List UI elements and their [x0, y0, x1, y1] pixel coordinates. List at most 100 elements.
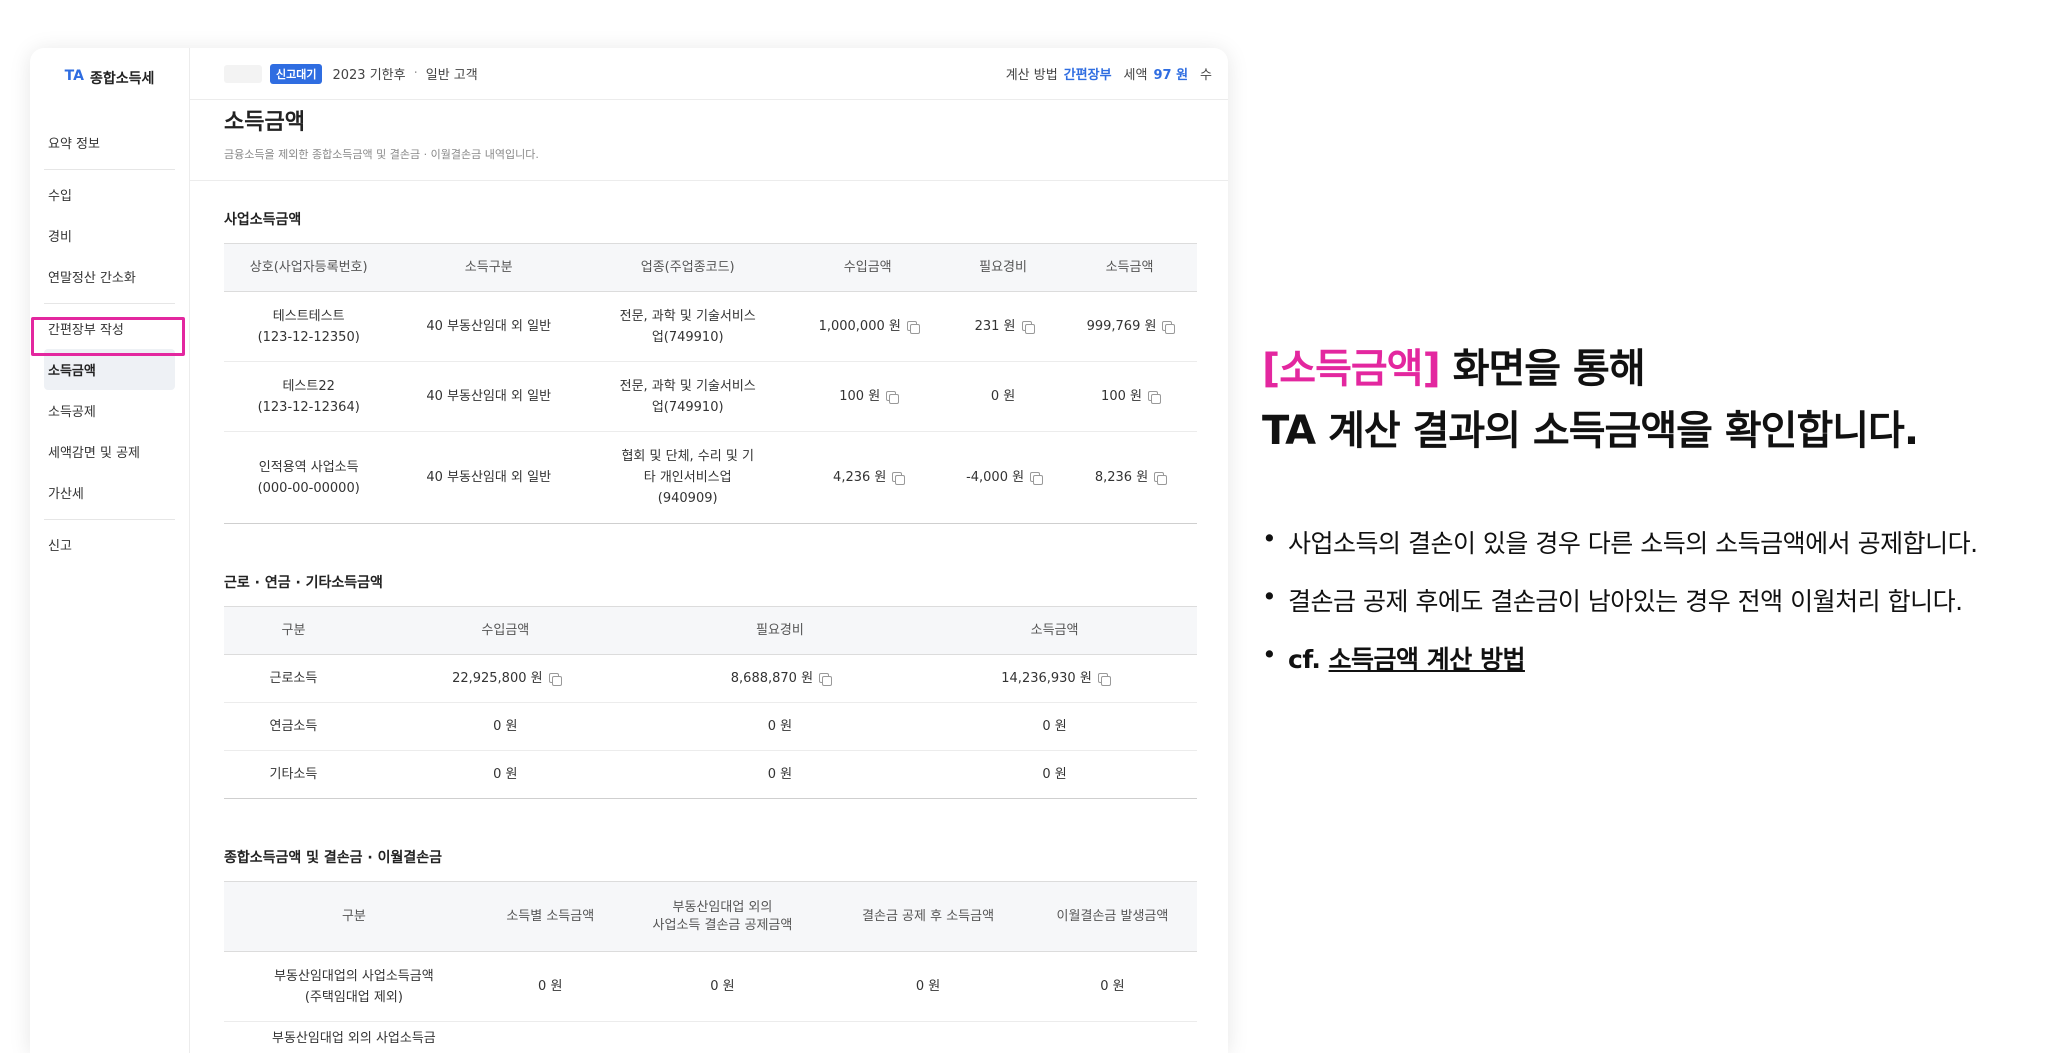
expense-cell: 231 원 — [944, 291, 1063, 362]
business-name: 테스트테스트 — [272, 308, 345, 324]
sidebar-item-penalty[interactable]: 가산세 — [44, 472, 175, 513]
sidebar-item-expense[interactable]: 경비 — [44, 215, 175, 256]
industry-cell: 전문, 과학 및 기술서비스 업(749910) — [584, 361, 792, 432]
expense-cell: -4,000 원 — [944, 431, 1063, 524]
truncated-label: 수 — [1200, 68, 1212, 83]
sidebar-item-income-amount[interactable]: 소득금액 — [44, 349, 175, 390]
col-header: 필요경비 — [647, 606, 913, 655]
tax-value: 97 원 — [1153, 68, 1189, 83]
bullet-item: cf. 소득금액 계산 방법 — [1262, 640, 2042, 676]
col-header: 소득구분 — [393, 243, 585, 292]
sidebar: TA 종합소득세 요약 정보 수입 경비 연말정산 간소화 간편장부 작성 소득… — [30, 48, 190, 1053]
copy-icon[interactable] — [819, 673, 833, 686]
sidebar-item-income-deduction[interactable]: 소득공제 — [44, 390, 175, 431]
bullet-item: 사업소득의 결손이 있을 경우 다른 소득의 소득금액에서 공제합니다. — [1262, 524, 2042, 560]
sidebar-item-simple-ledger[interactable]: 간편장부 작성 — [44, 308, 175, 349]
value-cell: 0 원 — [1027, 951, 1197, 1022]
table-row: 부동산임대업의 사업소득금액 (주택임대업 제외) 0 원 0 원 0 원 0 원 — [224, 951, 1197, 1022]
industry-line: (940909) — [657, 491, 718, 506]
income-value: 8,236 원 — [1094, 470, 1149, 485]
filing-year: 2023 기한후 — [332, 68, 406, 83]
col-header: 결손금 공제 후 소득금액 — [828, 881, 1028, 952]
business-reg-no: (123-12-12364) — [257, 399, 360, 415]
brand-ta: TA — [64, 68, 84, 84]
calc-method-link[interactable]: 소득금액 계산 방법 — [1329, 645, 1526, 674]
page-title: 소득금액 — [224, 110, 305, 135]
status-badge: 신고대기 — [270, 63, 323, 84]
calc-method-value[interactable]: 간편장부 — [1064, 64, 1112, 83]
income-value: 100 원 — [1101, 389, 1142, 404]
col-header: 수입금액 — [362, 606, 648, 655]
other-income-table: 구분 수입금액 필요경비 소득금액 근로소득 22,925,800 원 8,68… — [224, 606, 1197, 799]
industry-line: 전문, 과학 및 기술서비스 — [619, 308, 756, 324]
tax-label: 세액 — [1123, 68, 1148, 83]
copy-icon[interactable] — [1147, 391, 1161, 404]
sidebar-item-revenue[interactable]: 수입 — [44, 174, 175, 215]
value-cell — [616, 1021, 829, 1053]
income-cell: 8,236 원 — [1062, 431, 1197, 524]
bullet-list: 사업소득의 결손이 있을 경우 다른 소득의 소득금액에서 공제합니다. 결손금… — [1262, 524, 2042, 676]
value-cell: 0 원 — [616, 951, 829, 1022]
sidebar-item-yearend[interactable]: 연말정산 간소화 — [44, 256, 175, 297]
revenue-value: 4,236 원 — [833, 470, 887, 485]
category-line: (주택임대업 제외) — [304, 989, 403, 1005]
col-header: 구분 — [224, 606, 363, 655]
headline-line-1: [소득금액] 화면을 통해 — [1262, 338, 2042, 400]
revenue-cell: 0 원 — [362, 702, 648, 751]
sidebar-item-tax-credit[interactable]: 세액감면 및 공제 — [44, 431, 175, 472]
copy-icon[interactable] — [548, 673, 562, 686]
sidebar-group-data: 수입 경비 연말정산 간소화 — [44, 170, 175, 304]
expense-cell: 0 원 — [647, 750, 913, 799]
col-header: 소득금액 — [1062, 243, 1197, 292]
income-type-cell: 40 부동산임대 외 일반 — [393, 361, 585, 432]
industry-line: 협회 및 단체, 수리 및 기 — [621, 449, 754, 464]
copy-icon[interactable] — [892, 472, 906, 485]
revenue-cell: 0 원 — [362, 750, 648, 799]
sidebar-item-summary[interactable]: 요약 정보 — [44, 122, 175, 163]
col-header: 업종(주업종코드) — [584, 243, 792, 292]
headline-rest: 화면을 통해 — [1439, 346, 1646, 392]
category-line: 부동산임대업의 사업소득금액 — [274, 968, 434, 984]
business-income-table: 상호(사업자등록번호) 소득구분 업종(주업종코드) 수입금액 필요경비 소득금… — [224, 243, 1197, 524]
table-header-row: 구분 수입금액 필요경비 소득금액 — [224, 606, 1197, 655]
sidebar-group-summary: 요약 정보 — [44, 118, 175, 170]
page-description: 금융소득을 제외한 종합소득금액 및 결손금 · 이월결손금 내역입니다. — [224, 148, 539, 161]
headline: [소득금액] 화면을 통해 TA 계산 결과의 소득금액을 확인합니다. — [1262, 338, 2042, 462]
income-cell: 999,769 원 — [1062, 291, 1197, 362]
copy-icon[interactable] — [1021, 321, 1035, 334]
category-cell: 기타소득 — [224, 750, 363, 799]
total-income-title: 종합소득금액 및 결손금 · 이월결손금 — [224, 850, 443, 866]
revenue-cell: 22,925,800 원 — [362, 654, 648, 703]
col-header-line: 부동산임대업 외의 — [672, 899, 773, 915]
copy-icon[interactable] — [906, 321, 920, 334]
revenue-cell: 1,000,000 원 — [791, 291, 945, 362]
business-reg-no: (123-12-12350) — [257, 329, 360, 345]
total-income-table: 구분 소득별 소득금액 부동산임대업 외의 사업소득 결손금 공제금액 결손금 공… — [224, 881, 1197, 1053]
table-header-row: 상호(사업자등록번호) 소득구분 업종(주업종코드) 수입금액 필요경비 소득금… — [224, 243, 1197, 292]
expense-value: 231 원 — [974, 319, 1016, 334]
copy-icon[interactable] — [886, 391, 900, 404]
sidebar-group-calc: 간편장부 작성 소득금액 소득공제 세액감면 및 공제 가산세 — [44, 304, 175, 520]
copy-icon[interactable] — [1030, 472, 1044, 485]
col-header: 상호(사업자등록번호) — [224, 243, 394, 292]
income-cell: 100 원 — [1062, 361, 1197, 432]
copy-icon[interactable] — [1097, 673, 1111, 686]
sidebar-item-filing[interactable]: 신고 — [44, 524, 175, 565]
value-cell — [1027, 1021, 1197, 1053]
copy-icon[interactable] — [1162, 321, 1176, 334]
income-cell: 0 원 — [912, 750, 1197, 799]
copy-icon[interactable] — [1154, 472, 1168, 485]
expense-cell: 0 원 — [647, 702, 913, 751]
table-row: 연금소득 0 원 0 원 0 원 — [224, 702, 1197, 751]
revenue-value: 22,925,800 원 — [452, 671, 543, 686]
customer-type: 일반 고객 — [425, 68, 478, 83]
table-row: 기타소득 0 원 0 원 0 원 — [224, 750, 1197, 799]
industry-line: 타 개인서비스업 — [643, 470, 732, 485]
business-name-cell: 테스트테스트 (123-12-12350) — [224, 291, 394, 362]
industry-line: 업(749910) — [651, 329, 724, 345]
income-type-cell: 40 부동산임대 외 일반 — [393, 431, 585, 524]
income-type-cell: 40 부동산임대 외 일반 — [393, 291, 585, 362]
value-cell: 0 원 — [828, 951, 1028, 1022]
brand-logo[interactable]: TA 종합소득세 — [30, 68, 189, 88]
value-cell: 0 원 — [483, 951, 617, 1022]
